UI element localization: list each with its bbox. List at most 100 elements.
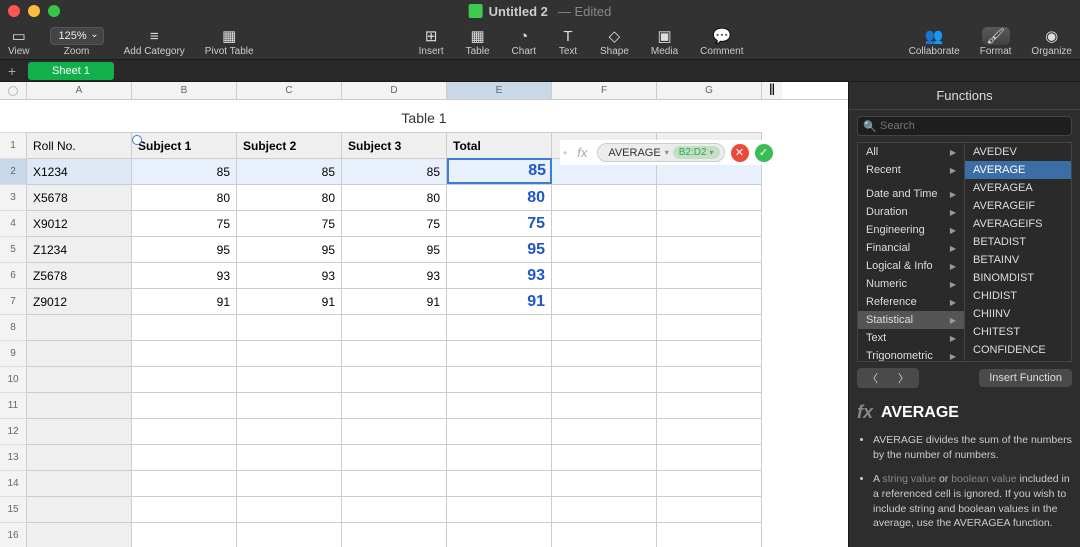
table-cell[interactable] [447, 470, 552, 496]
category-item[interactable]: Reference▶ [858, 293, 964, 311]
formula-editor[interactable]: • fx AVERAGE ▾ B2:D2▾ ✕ ✓ [560, 140, 776, 165]
col-F[interactable]: F [552, 82, 657, 99]
table-cell[interactable] [27, 418, 132, 444]
insert-button[interactable]: ⊞Insert [419, 27, 444, 57]
table-cell[interactable]: Z1234 [27, 236, 132, 262]
table-cell[interactable] [27, 314, 132, 340]
function-item[interactable]: CHIDIST [965, 287, 1071, 305]
category-item[interactable]: Engineering▶ [858, 221, 964, 239]
table-cell[interactable] [132, 496, 237, 522]
selection-handle-top[interactable] [132, 135, 142, 145]
function-item[interactable]: AVEDEV [965, 143, 1071, 161]
function-item[interactable]: BINOMDIST [965, 269, 1071, 287]
table-cell-total[interactable]: 75 [447, 210, 552, 236]
table-cell[interactable] [657, 470, 762, 496]
table-cell[interactable] [27, 522, 132, 547]
view-button[interactable]: ▭View [8, 27, 30, 57]
table-cell[interactable] [342, 522, 447, 547]
header-D[interactable]: Subject 3 [342, 132, 447, 158]
table-cell[interactable] [237, 496, 342, 522]
table-cell[interactable] [342, 314, 447, 340]
category-item[interactable]: Statistical▶ [858, 311, 964, 329]
function-item[interactable]: AVERAGEIFS [965, 215, 1071, 233]
header-E[interactable]: Total [447, 132, 552, 158]
table-cell[interactable]: 80 [237, 184, 342, 210]
table-cell[interactable] [342, 340, 447, 366]
table-cell[interactable] [237, 470, 342, 496]
table-cell[interactable] [552, 288, 657, 314]
header-C[interactable]: Subject 2 [237, 132, 342, 158]
table-button[interactable]: ▦Table [466, 27, 490, 57]
table-cell[interactable] [342, 392, 447, 418]
row-head[interactable]: 5 [0, 236, 27, 262]
table-cell[interactable] [552, 262, 657, 288]
row-head[interactable]: 10 [0, 366, 27, 392]
table-cell-total[interactable]: 80 [447, 184, 552, 210]
table-cell[interactable] [447, 314, 552, 340]
select-all-corner[interactable] [0, 82, 27, 99]
table-cell[interactable]: X1234 [27, 158, 132, 184]
table-cell[interactable] [132, 470, 237, 496]
table-cell[interactable]: 80 [342, 184, 447, 210]
table-cell[interactable] [237, 444, 342, 470]
table-cell[interactable] [237, 522, 342, 547]
function-item[interactable]: BETADIST [965, 233, 1071, 251]
category-item[interactable]: Trigonometric▶ [858, 347, 964, 362]
header-B[interactable]: Subject 1 [132, 132, 237, 158]
table-cell[interactable] [27, 444, 132, 470]
table-cell[interactable] [27, 496, 132, 522]
row-head[interactable]: 3 [0, 184, 27, 210]
table-cell[interactable]: 91 [342, 288, 447, 314]
function-list[interactable]: AVEDEVAVERAGEAVERAGEAAVERAGEIFAVERAGEIFS… [964, 142, 1072, 362]
cancel-formula-button[interactable]: ✕ [731, 144, 749, 162]
add-sheet-button[interactable]: + [0, 63, 24, 79]
table-cell[interactable]: 93 [132, 262, 237, 288]
table-cell[interactable]: 91 [237, 288, 342, 314]
shape-button[interactable]: ◇Shape [600, 27, 629, 57]
organize-button[interactable]: ◉Organize [1031, 27, 1072, 57]
row-head[interactable]: 7 [0, 288, 27, 314]
media-button[interactable]: ▣Media [651, 27, 678, 57]
table-cell[interactable]: Z9012 [27, 288, 132, 314]
table-cell[interactable] [552, 392, 657, 418]
row-head[interactable]: 12 [0, 418, 27, 444]
table-cell[interactable] [552, 184, 657, 210]
category-item[interactable]: Text▶ [858, 329, 964, 347]
table-cell[interactable] [657, 210, 762, 236]
col-E[interactable]: E [447, 82, 552, 99]
col-D[interactable]: D [342, 82, 447, 99]
header-A[interactable]: Roll No. [27, 132, 132, 158]
table-cell[interactable]: 91 [132, 288, 237, 314]
col-A[interactable]: A [27, 82, 132, 99]
table-cell[interactable] [552, 314, 657, 340]
table-cell[interactable]: 75 [237, 210, 342, 236]
comment-button[interactable]: 💬Comment [700, 27, 743, 57]
col-B[interactable]: B [132, 82, 237, 99]
table-cell[interactable]: 80 [132, 184, 237, 210]
table-cell[interactable] [552, 366, 657, 392]
table-cell[interactable] [237, 392, 342, 418]
table-cell[interactable]: 75 [342, 210, 447, 236]
table-cell[interactable] [132, 444, 237, 470]
table-cell[interactable] [132, 522, 237, 547]
collaborate-button[interactable]: 👥Collaborate [909, 27, 960, 57]
table-cell[interactable] [132, 340, 237, 366]
category-item[interactable]: Date and Time▶ [858, 185, 964, 203]
table-cell[interactable] [552, 418, 657, 444]
format-button[interactable]: 🖌Format [980, 27, 1012, 57]
table-cell[interactable] [552, 496, 657, 522]
table-title[interactable]: Table 1 [0, 100, 848, 132]
table-cell[interactable] [237, 340, 342, 366]
table-cell[interactable] [657, 366, 762, 392]
table-cell-total[interactable]: 93 [447, 262, 552, 288]
row-head[interactable]: 8 [0, 314, 27, 340]
function-item[interactable]: BETAINV [965, 251, 1071, 269]
table-cell[interactable] [657, 444, 762, 470]
table-cell[interactable]: 95 [132, 236, 237, 262]
text-button[interactable]: TText [558, 27, 578, 57]
table-cell-total[interactable]: 85 [447, 158, 552, 184]
table-cell[interactable]: 93 [237, 262, 342, 288]
function-item[interactable]: CONFIDENCE [965, 341, 1071, 359]
table-cell[interactable] [447, 418, 552, 444]
table-cell-total[interactable]: 95 [447, 236, 552, 262]
